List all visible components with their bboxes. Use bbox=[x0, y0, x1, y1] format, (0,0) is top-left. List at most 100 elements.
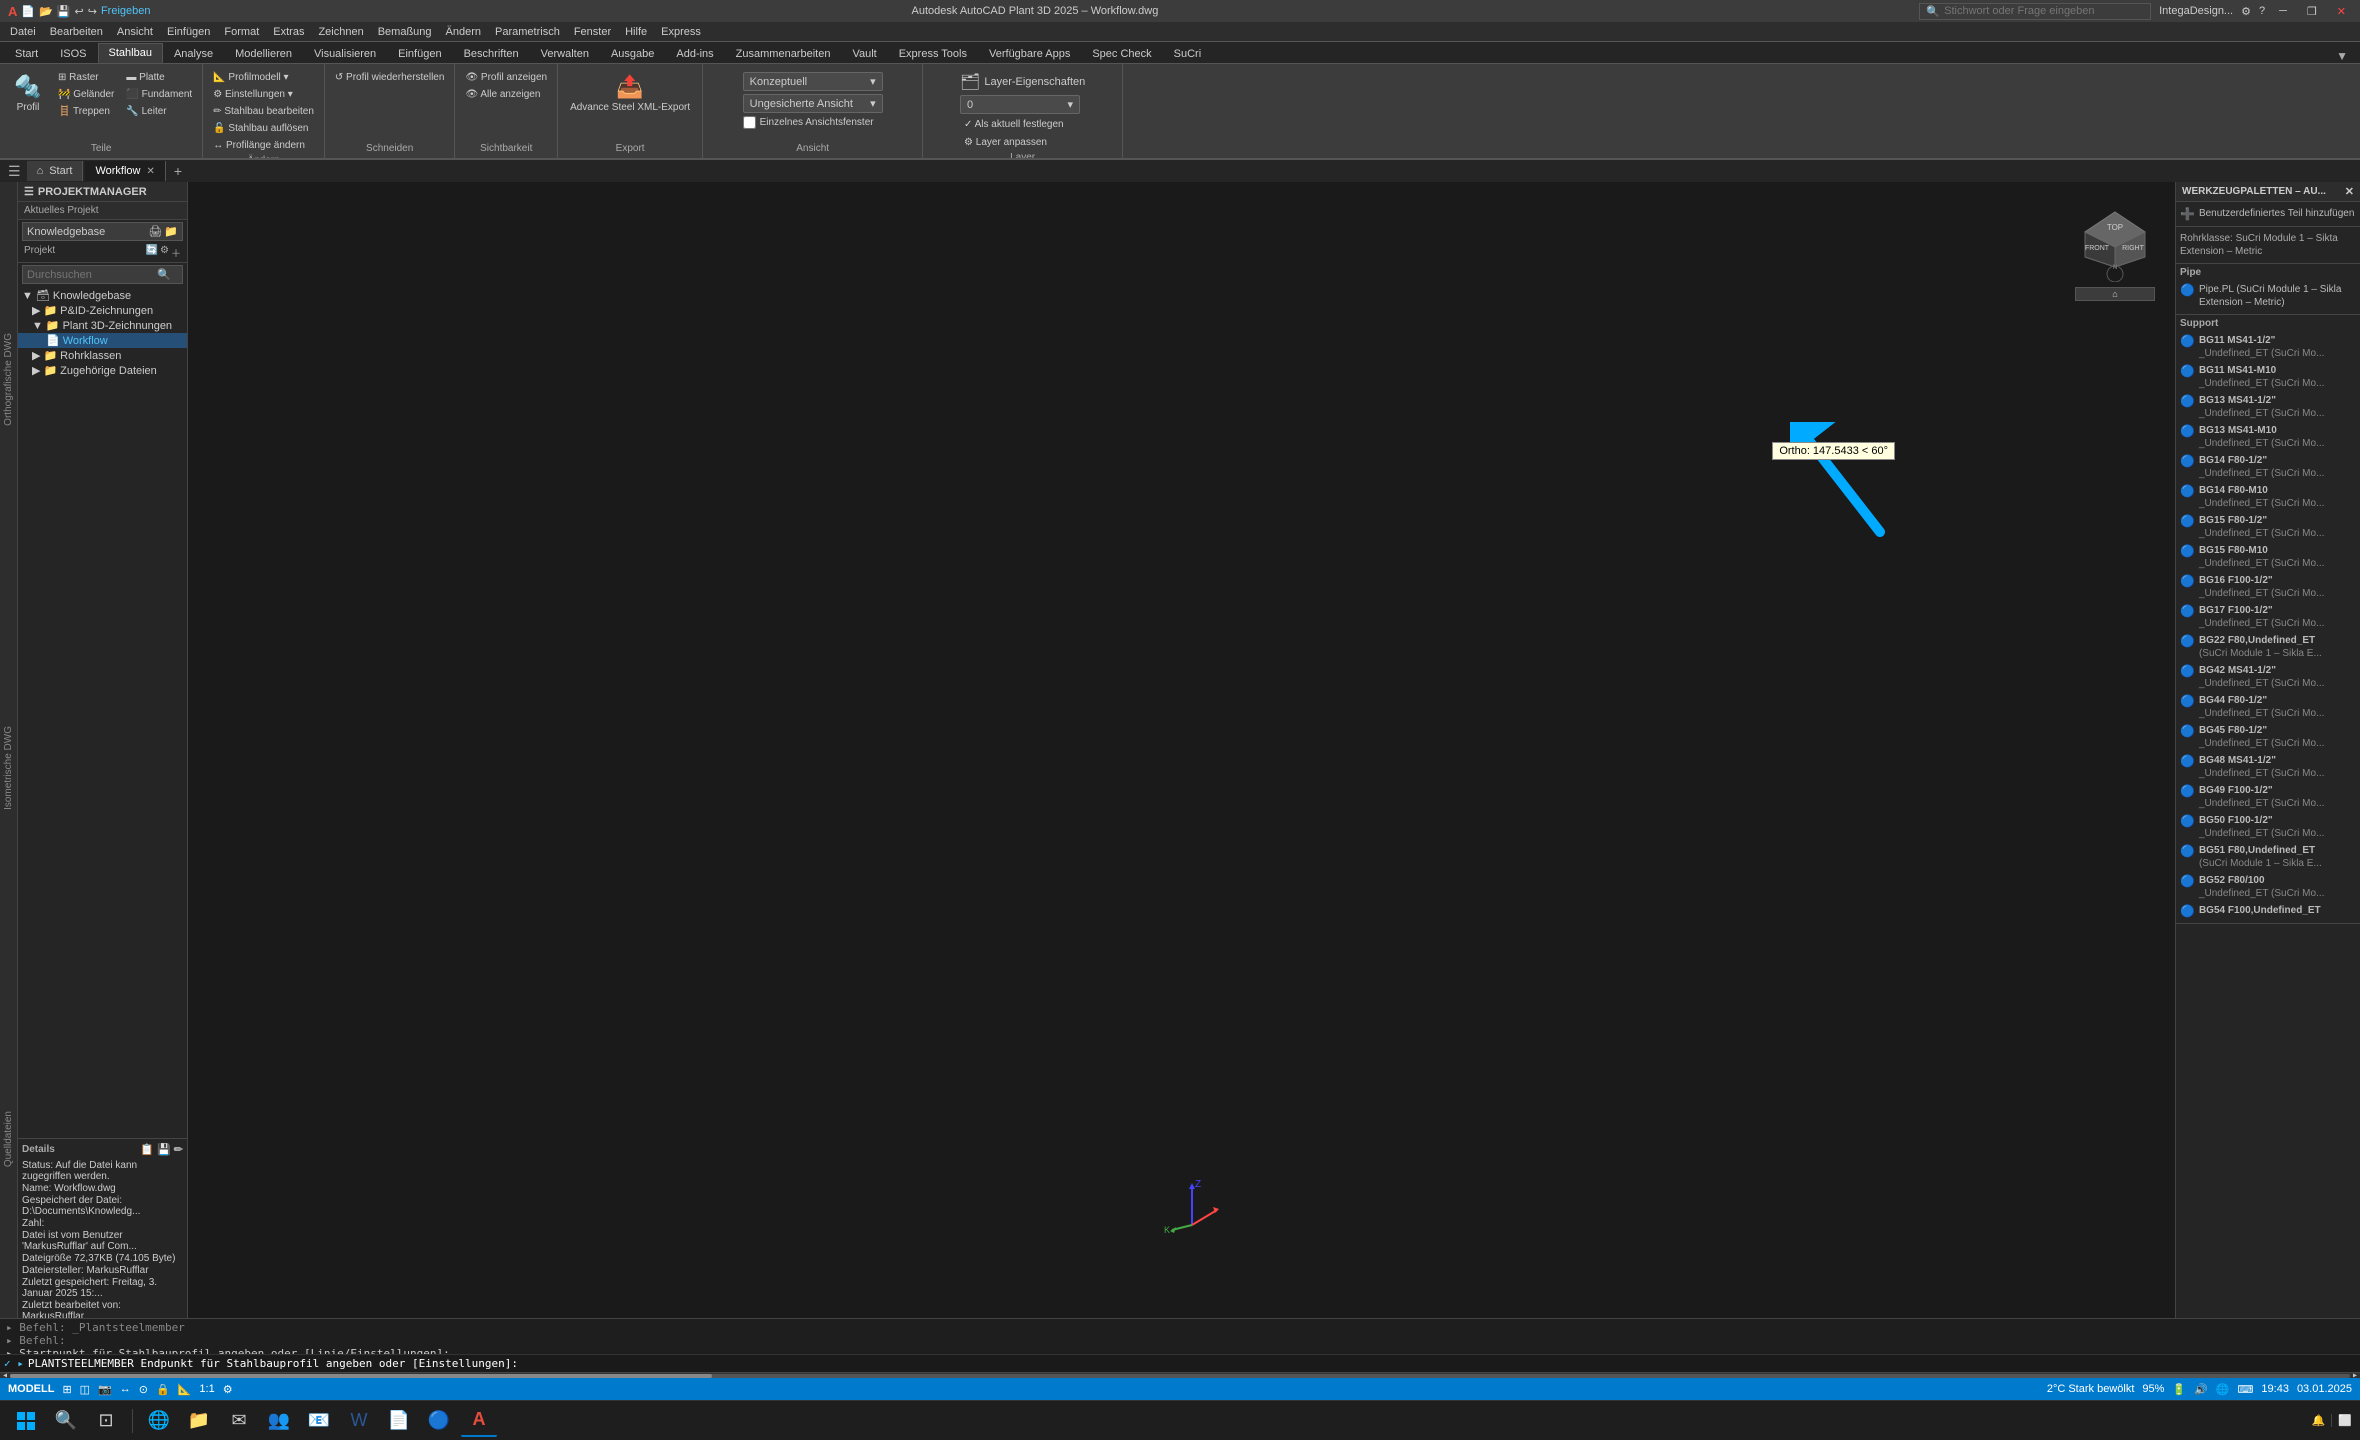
tab-stahlbau[interactable]: Stahlbau bbox=[98, 43, 163, 63]
status-arrow-icon[interactable]: ↔ bbox=[120, 1383, 131, 1395]
taskbar-task-view-btn[interactable]: ⊡ bbox=[88, 1405, 124, 1437]
restore-btn[interactable]: ❐ bbox=[2301, 5, 2323, 18]
taskbar-outlook-btn[interactable]: 📧 bbox=[301, 1405, 337, 1437]
btn-als-aktuell-festlegen[interactable]: ✓ Als aktuell festlegen bbox=[960, 117, 1068, 132]
taskbar-word-btn[interactable]: W bbox=[341, 1405, 377, 1437]
cmd-scroll-left[interactable]: ◂ bbox=[2, 1370, 8, 1381]
new-tab-btn[interactable]: + bbox=[168, 161, 188, 181]
support-item-BG52_F80_100[interactable]: 🔵 BG52 F80/100 _Undefined_ET (SuCri Mo..… bbox=[2180, 872, 2356, 902]
tab-sucri[interactable]: SuCri bbox=[1163, 44, 1213, 63]
tree-zugehoerige[interactable]: ▶ 📁 Zugehörige Dateien bbox=[18, 363, 187, 378]
tree-pid[interactable]: ▶ 📁 P&ID-Zeichnungen bbox=[18, 303, 187, 318]
projekt-dropdown[interactable]: Knowledgebase 🖨 📁 bbox=[22, 222, 183, 241]
menu-format[interactable]: Format bbox=[218, 24, 265, 40]
details-save-icon[interactable]: 💾 bbox=[157, 1143, 171, 1156]
help-icon[interactable]: ? bbox=[2259, 5, 2265, 17]
taskbar-chrome-btn[interactable]: 🔵 bbox=[421, 1405, 457, 1437]
viewport-cube[interactable]: TOP RIGHT FRONT N ⌂ bbox=[2075, 202, 2155, 282]
taskbar-mail-btn[interactable]: ✉ bbox=[221, 1405, 257, 1437]
status-lock-icon[interactable]: 🔒 bbox=[156, 1383, 170, 1396]
status-scale[interactable]: 1:1 bbox=[199, 1383, 214, 1395]
status-circle-icon[interactable]: ⊙ bbox=[139, 1383, 148, 1396]
title-search-input[interactable] bbox=[1944, 5, 2144, 17]
support-item-BG49_F100_half[interactable]: 🔵 BG49 F100-1/2" _Undefined_ET (SuCri Mo… bbox=[2180, 782, 2356, 812]
taskbar-show-desktop-btn[interactable]: ⬜ bbox=[2331, 1414, 2352, 1427]
checkbox-input[interactable] bbox=[743, 116, 756, 129]
redo-icon[interactable]: ↪ bbox=[88, 5, 97, 18]
support-item-BG11_MS41_M10[interactable]: 🔵 BG11 MS41-M10 _Undefined_ET (SuCri Mo.… bbox=[2180, 362, 2356, 392]
taskbar-edge-btn[interactable]: 🌐 bbox=[141, 1405, 177, 1437]
support-item-BG51_F80[interactable]: 🔵 BG51 F80,Undefined_ET (SuCri Module 1 … bbox=[2180, 842, 2356, 872]
search-input[interactable] bbox=[23, 267, 153, 283]
support-item-BG17_F100_half[interactable]: 🔵 BG17 F100-1/2" _Undefined_ET (SuCri Mo… bbox=[2180, 602, 2356, 632]
tab-modellieren[interactable]: Modellieren bbox=[224, 44, 303, 63]
dropdown-ungesicherte-ansicht[interactable]: Ungesicherte Ansicht ▾ bbox=[743, 94, 883, 113]
tab-einfuegen[interactable]: Einfügen bbox=[387, 44, 452, 63]
taskbar-notifications-icon[interactable]: 🔔 bbox=[2312, 1414, 2326, 1427]
print-icon[interactable]: 🖨 bbox=[148, 225, 162, 238]
menu-express[interactable]: Express bbox=[655, 24, 707, 40]
support-item-BG16_F100_half[interactable]: 🔵 BG16 F100-1/2" _Undefined_ET (SuCri Mo… bbox=[2180, 572, 2356, 602]
pm-hamburger-icon[interactable]: ☰ bbox=[24, 185, 34, 198]
menu-hilfe[interactable]: Hilfe bbox=[619, 24, 653, 40]
tree-knowledgebase[interactable]: ▼ 🗃 Knowledgebase bbox=[18, 288, 187, 303]
support-item-BG15_F80_half[interactable]: 🔵 BG15 F80-1/2" _Undefined_ET (SuCri Mo.… bbox=[2180, 512, 2356, 542]
refresh-icon[interactable]: 🔄 bbox=[146, 245, 158, 260]
dropdown-konzeptuell[interactable]: Konzeptuell ▾ bbox=[743, 72, 883, 91]
taskbar-autocad-btn[interactable]: A bbox=[461, 1405, 497, 1437]
status-grid-icon[interactable]: ⊞ bbox=[62, 1383, 71, 1396]
menu-extras[interactable]: Extras bbox=[267, 24, 310, 40]
btn-stahlbau-bearbeiten[interactable]: ✏ Stahlbau bearbeiten bbox=[209, 104, 318, 119]
tab-expresstools[interactable]: Express Tools bbox=[888, 44, 978, 63]
open-icon[interactable]: 📂 bbox=[39, 5, 53, 18]
taskbar-pdf-btn[interactable]: 📄 bbox=[381, 1405, 417, 1437]
pipe-pl-item[interactable]: 🔵 Pipe.PL (SuCri Module 1 – Sikla Extens… bbox=[2180, 281, 2356, 311]
status-settings-icon[interactable]: ⚙ bbox=[223, 1383, 233, 1396]
btn-leiter[interactable]: 🔧 Leiter bbox=[122, 104, 196, 119]
support-item-BG54_F100_half[interactable]: 🔵 BG54 F100,Undefined_ET bbox=[2180, 902, 2356, 920]
user-label[interactable]: IntegaDesign... bbox=[2159, 5, 2233, 17]
btn-profil[interactable]: 🔩 Profil bbox=[6, 70, 50, 118]
support-item-BG48_MS41_half[interactable]: 🔵 BG48 MS41-1/2" _Undefined_ET (SuCri Mo… bbox=[2180, 752, 2356, 782]
dropdown-layer-0[interactable]: 0 ▾ bbox=[960, 95, 1080, 114]
btn-stahlbau-aufloesen[interactable]: 🔓 Stahlbau auflösen bbox=[209, 121, 312, 136]
btn-profilmodell[interactable]: 📐 Profilmodell ▾ bbox=[209, 70, 292, 85]
tab-visualisieren[interactable]: Visualisieren bbox=[303, 44, 387, 63]
tab-close-icon[interactable]: ✕ bbox=[146, 166, 154, 177]
tab-analyse[interactable]: Analyse bbox=[163, 44, 224, 63]
support-item-BG44_F80_half[interactable]: 🔵 BG44 F80-1/2" _Undefined_ET (SuCri Mo.… bbox=[2180, 692, 2356, 722]
menu-parametrisch[interactable]: Parametrisch bbox=[489, 24, 566, 40]
tab-workflow-file[interactable]: Workflow ✕ bbox=[85, 161, 165, 181]
support-item-BG13_MS41_half[interactable]: 🔵 BG13 MS41-1/2" _Undefined_ET (SuCri Mo… bbox=[2180, 392, 2356, 422]
support-item-BG22_F80[interactable]: 🔵 BG22 F80,Undefined_ET (SuCri Module 1 … bbox=[2180, 632, 2356, 662]
command-input[interactable] bbox=[526, 1357, 2356, 1370]
menu-ansicht[interactable]: Ansicht bbox=[111, 24, 159, 40]
cmd-scrollbar[interactable]: ◂ ▸ bbox=[0, 1372, 2360, 1378]
menu-zeichnen[interactable]: Zeichnen bbox=[312, 24, 369, 40]
tree-plant3d[interactable]: ▼ 📁 Plant 3D-Zeichnungen bbox=[18, 318, 187, 333]
btn-profilaenge[interactable]: ↔ Profilänge ändern bbox=[209, 138, 309, 153]
support-item-BG14_F80_M10[interactable]: 🔵 BG14 F80-M10 _Undefined_ET (SuCri Mo..… bbox=[2180, 482, 2356, 512]
taskbar-start-btn[interactable] bbox=[8, 1405, 44, 1437]
checkbox-einzelnes-ansichtsfenster[interactable]: Einzelnes Ansichtsfenster bbox=[743, 116, 874, 129]
taskbar-search-btn[interactable]: 🔍 bbox=[48, 1405, 84, 1437]
details-copy-icon[interactable]: 📋 bbox=[140, 1143, 154, 1156]
cmd-scroll-track[interactable] bbox=[10, 1374, 2350, 1378]
menu-bemasssung[interactable]: Bemaßung bbox=[372, 24, 438, 40]
close-btn[interactable]: ✕ bbox=[2331, 5, 2352, 18]
tab-addins[interactable]: Add-ins bbox=[665, 44, 724, 63]
settings-icon[interactable]: ⚙ bbox=[2241, 5, 2251, 18]
support-item-BG42_MS41_half[interactable]: 🔵 BG42 MS41-1/2" _Undefined_ET (SuCri Mo… bbox=[2180, 662, 2356, 692]
status-angle-icon[interactable]: 📐 bbox=[178, 1383, 192, 1396]
status-network-icon[interactable]: 🌐 bbox=[2216, 1383, 2230, 1396]
btn-fundament[interactable]: ⬛ Fundament bbox=[122, 87, 196, 102]
btn-raster[interactable]: ⊞ Raster bbox=[54, 70, 118, 85]
menu-fenster[interactable]: Fenster bbox=[568, 24, 617, 40]
app-logo-icon[interactable]: A bbox=[8, 4, 17, 19]
menu-einfuegen[interactable]: Einfügen bbox=[161, 24, 216, 40]
layer-props-icon[interactable]: 🗂 bbox=[960, 72, 980, 92]
minimize-btn[interactable]: ─ bbox=[2273, 5, 2293, 17]
menu-aendern[interactable]: Ändern bbox=[440, 24, 487, 40]
taskbar-teams-btn[interactable]: 👥 bbox=[261, 1405, 297, 1437]
tree-rohrklassen[interactable]: ▶ 📁 Rohrklassen bbox=[18, 348, 187, 363]
